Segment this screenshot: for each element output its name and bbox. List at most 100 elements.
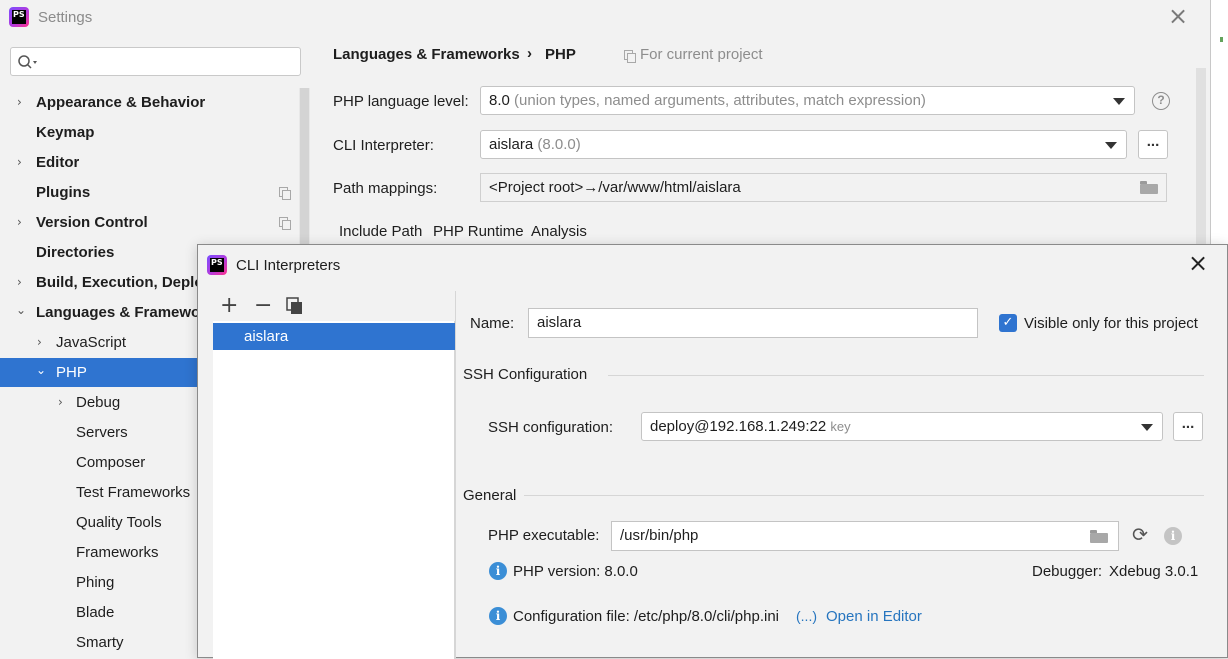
chevron-right-icon[interactable]: › [17,275,22,289]
folder-icon[interactable] [1090,530,1108,543]
open-in-editor-link[interactable]: Open in Editor [826,608,922,625]
info-icon: i [489,562,507,580]
tree-item-version-control[interactable]: Version Control [36,208,148,238]
title-bar: PS Settings × [0,0,1210,35]
tab-include-path[interactable]: Include Path [339,223,422,240]
dropdown-arrow-icon [1105,142,1117,149]
settings-search-input[interactable] [10,47,301,76]
splitter[interactable] [455,291,456,659]
path-mappings-field[interactable]: <Project root>→/var/www/html/aislara [480,173,1167,202]
tree-item-appearance[interactable]: Appearance & Behavior [36,88,205,118]
dropdown-arrow-icon [1141,424,1153,431]
chevron-right-icon[interactable]: › [37,335,42,349]
chevron-down-icon[interactable]: ⌄ [36,363,46,377]
dialog-title: CLI Interpreters [236,257,341,274]
path-mappings-label: Path mappings: [333,180,438,197]
php-executable-input[interactable]: /usr/bin/php [611,521,1119,551]
php-version-text: PHP version: 8.0.0 [513,563,638,580]
breadcrumb-separator: › [527,45,532,62]
tree-item-debug[interactable]: Debug [76,388,120,418]
name-input[interactable]: aislara [528,308,978,338]
chevron-right-icon[interactable]: › [17,155,22,169]
remove-interpreter-icon[interactable]: − [254,295,272,317]
for-current-project-label: For current project [640,46,763,63]
chevron-right-icon[interactable]: › [58,395,63,409]
php-language-level-select[interactable]: 8.0 (union types, named arguments, attri… [480,86,1135,115]
project-scope-icon [279,187,291,200]
window-title: Settings [38,9,93,26]
visible-only-checkbox[interactable]: ✓ [999,314,1017,332]
folder-icon[interactable] [1140,181,1158,194]
section-separator [608,375,1204,376]
interpreter-list-item[interactable]: aislara [213,323,455,350]
tree-item-phing[interactable]: Phing [76,568,114,598]
tree-item-blade[interactable]: Blade [76,598,114,628]
debugger-value: Xdebug 3.0.1 [1109,563,1199,580]
config-file-text: Configuration file: /etc/php/8.0/cli/php… [513,608,779,625]
config-file-more-link[interactable]: (...) [796,608,817,624]
tab-analysis[interactable]: Analysis [531,223,587,240]
php-language-level-value: 8.0 [489,92,510,109]
tree-selection-highlight [0,358,200,387]
chevron-right-icon[interactable]: › [17,215,22,229]
tree-item-php[interactable]: PHP [56,358,87,388]
ssh-configuration-select[interactable]: deploy@192.168.1.249:22 key [641,412,1163,441]
chevron-down-icon[interactable]: ⌄ [16,303,26,317]
tree-item-smarty[interactable]: Smarty [76,628,124,658]
php-language-level-detail: (union types, named arguments, attribute… [514,92,926,109]
phpstorm-logo-icon: PS [207,255,227,275]
tree-item-quality-tools[interactable]: Quality Tools [76,508,162,538]
ssh-auth-type: key [830,419,851,434]
sidebar-scrollbar-thumb[interactable] [300,88,309,248]
cli-interpreters-dialog: PS CLI Interpreters × + − aislara Name: … [197,244,1228,659]
php-language-level-label: PHP language level: [333,93,469,110]
tree-item-editor[interactable]: Editor [36,148,79,178]
php-executable-label: PHP executable: [488,527,600,544]
interpreter-list [213,321,455,659]
chevron-right-icon[interactable]: › [17,95,22,109]
ssh-configuration-value: deploy@192.168.1.249:22 [650,418,827,435]
general-section-title: General [463,487,517,504]
tree-item-directories[interactable]: Directories [36,238,114,268]
path-mappings-value: <Project root>→/var/www/html/aislara [489,179,741,196]
phpstorm-logo-icon: PS [9,7,29,27]
breadcrumb-page: PHP [545,46,576,63]
tree-item-build-execution[interactable]: Build, Execution, Deployment [36,268,198,298]
cli-interpreter-browse-button[interactable]: ... [1138,130,1168,159]
cli-interpreter-select[interactable]: aislara (8.0.0) [480,130,1127,159]
tree-item-frameworks[interactable]: Frameworks [76,538,159,568]
debugger-label: Debugger: [1032,563,1103,580]
info-icon: i [489,607,507,625]
tree-item-keymap[interactable]: Keymap [36,118,94,148]
tree-item-servers[interactable]: Servers [76,418,128,448]
tree-item-plugins[interactable]: Plugins [36,178,90,208]
status-marker [1220,37,1223,42]
project-scope-icon [279,217,291,230]
copy-interpreter-icon[interactable] [286,297,304,315]
tree-item-javascript[interactable]: JavaScript [56,328,126,358]
dropdown-arrow-icon [1113,98,1125,105]
cli-interpreter-label: CLI Interpreter: [333,137,434,154]
name-label: Name: [470,315,515,332]
help-icon[interactable]: ? [1152,92,1170,110]
ssh-configuration-browse-button[interactable]: ... [1173,412,1203,441]
project-scope-icon [624,50,636,63]
cli-interpreter-value: aislara [489,136,534,153]
ssh-configuration-label: SSH configuration: [488,419,614,436]
php-executable-value: /usr/bin/php [620,527,699,544]
add-interpreter-icon[interactable]: + [220,295,238,317]
tab-php-runtime[interactable]: PHP Runtime [433,223,524,240]
refresh-icon[interactable]: ⟳ [1132,526,1148,545]
close-icon[interactable]: × [1188,251,1208,275]
info-icon[interactable]: i [1164,527,1182,545]
ssh-section-title: SSH Configuration [463,366,588,383]
search-icon [18,55,37,69]
close-icon[interactable]: × [1168,4,1188,28]
tree-item-composer[interactable]: Composer [76,448,145,478]
visible-only-label[interactable]: Visible only for this project [1024,315,1198,332]
breadcrumb-section: Languages & Frameworks [333,46,520,63]
cli-interpreter-version: (8.0.0) [537,136,581,153]
tree-item-test-frameworks[interactable]: Test Frameworks [76,478,190,508]
tree-item-languages-frameworks[interactable]: Languages & Frameworks [36,298,198,328]
main-scrollbar[interactable] [1196,68,1206,258]
